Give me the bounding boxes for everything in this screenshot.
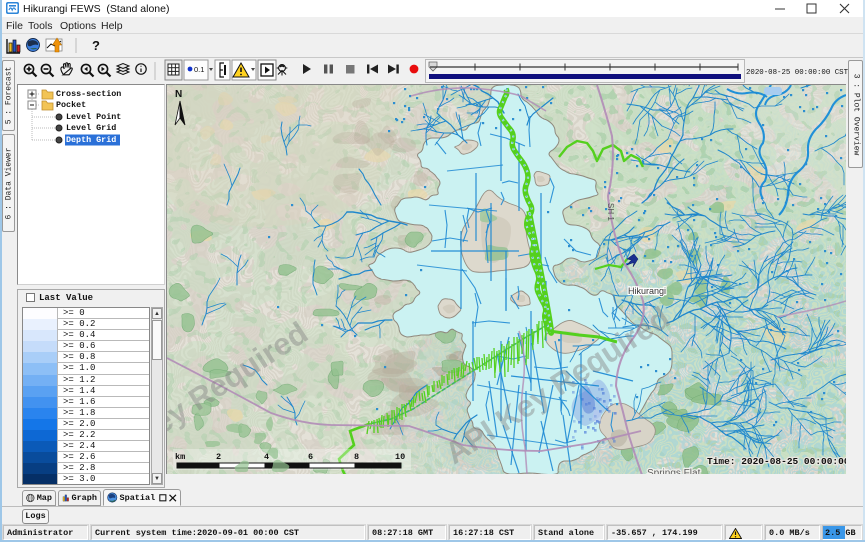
svg-text:2: 2 [216,452,221,462]
svg-text:Time: 2020-08-25 00:00:00 CST: Time: 2020-08-25 00:00:00 CST [707,456,846,467]
svg-text:Hikurangi: Hikurangi [628,286,666,296]
svg-text:10: 10 [395,452,405,462]
svg-text:0.1: 0.1 [194,65,204,74]
svg-text:Springs Flat: Springs Flat [647,468,701,474]
svg-text:SH 1: SH 1 [606,203,615,221]
svg-text:6: 6 [308,452,313,462]
svg-text:8: 8 [354,452,359,462]
svg-text:N: N [175,89,182,100]
svg-text:km: km [175,452,185,462]
svg-text:?: ? [92,38,100,53]
svg-text:2020-08-25 00:00:00 CST: 2020-08-25 00:00:00 CST [746,69,849,77]
